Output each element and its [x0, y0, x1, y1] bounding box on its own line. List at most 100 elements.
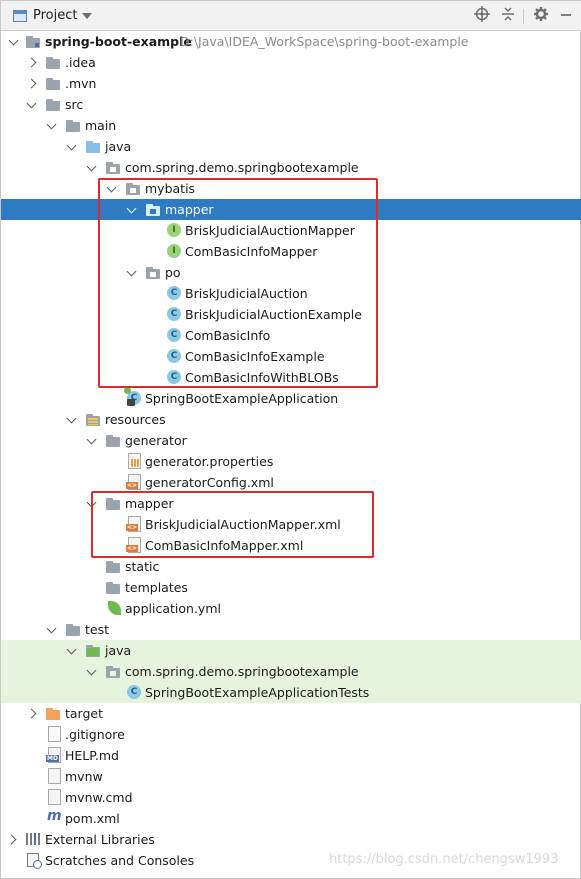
tree-item-idea[interactable]: .idea: [1, 52, 581, 73]
tree-item-label: po: [165, 265, 181, 280]
tree-item-label: External Libraries: [45, 832, 155, 847]
tree-item-test-java[interactable]: java: [1, 640, 581, 661]
class-icon: C: [167, 286, 181, 300]
tree-item-label: ComBasicInfoMapper: [185, 244, 318, 259]
class-icon: C: [167, 370, 181, 384]
chevron-down-icon[interactable]: [68, 646, 77, 655]
tree-item-main[interactable]: main: [1, 115, 581, 136]
tree-item-label: src: [65, 97, 84, 112]
chevron-down-icon[interactable]: [48, 625, 57, 634]
tree-item-mapper-folder[interactable]: mapper: [1, 493, 581, 514]
chevron-down-icon[interactable]: [108, 184, 117, 193]
tree-item-po[interactable]: po: [1, 262, 581, 283]
tree-item-class[interactable]: C ComBasicInfoExample: [1, 346, 581, 367]
collapse-all-icon[interactable]: [498, 6, 518, 26]
tree-item-file[interactable]: .gitignore: [1, 724, 581, 745]
tree-item-label: SpringBootExampleApplication: [145, 391, 339, 406]
tree-item-file[interactable]: <> BriskJudicialAuctionMapper.xml: [1, 514, 581, 535]
tree-item-interface[interactable]: I ComBasicInfoMapper: [1, 241, 581, 262]
locate-icon[interactable]: [472, 6, 492, 26]
package-icon: [125, 181, 141, 196]
tree-item-label: target: [65, 706, 104, 721]
tree-item-file[interactable]: m pom.xml: [1, 808, 581, 829]
chevron-right-icon[interactable]: [28, 58, 37, 67]
tree-item-class[interactable]: C BriskJudicialAuction: [1, 283, 581, 304]
chevron-down-icon[interactable]: [88, 163, 97, 172]
tree-item-src[interactable]: src: [1, 94, 581, 115]
tree-item-templates[interactable]: templates: [1, 577, 581, 598]
tree-root[interactable]: spring-boot-example D:\Java\IDEA_WorkSpa…: [1, 31, 581, 52]
folder-icon: [45, 76, 61, 91]
tree-item-label: Scratches and Consoles: [45, 853, 195, 868]
gitignore-file-icon: [48, 726, 61, 742]
tree-item-interface[interactable]: I BriskJudicialAuctionMapper: [1, 220, 581, 241]
gear-icon[interactable]: [531, 6, 551, 26]
chevron-down-icon[interactable]: [82, 13, 92, 19]
package-icon: [105, 664, 121, 679]
chevron-down-icon[interactable]: [68, 142, 77, 151]
tree-item-package[interactable]: com.spring.demo.springbootexample: [1, 157, 581, 178]
tree-item-label: BriskJudicialAuctionMapper: [185, 223, 355, 238]
tree-item-label: ComBasicInfoExample: [185, 349, 325, 364]
chevron-down-icon[interactable]: [10, 37, 19, 46]
tree-item-static[interactable]: static: [1, 556, 581, 577]
tree-item-mybatis[interactable]: mybatis: [1, 178, 581, 199]
tree-item-label: generator: [125, 433, 187, 448]
chevron-down-icon[interactable]: [68, 415, 77, 424]
chevron-right-icon[interactable]: [28, 79, 37, 88]
tree-item-java[interactable]: java: [1, 136, 581, 157]
tree-item-label: ComBasicInfoWithBLOBs: [185, 370, 339, 385]
tree-root-path: D:\Java\IDEA_WorkSpace\spring-boot-examp…: [180, 34, 469, 49]
chevron-right-icon[interactable]: [8, 835, 17, 844]
chevron-down-icon[interactable]: [88, 667, 97, 676]
properties-file-icon: [128, 453, 141, 469]
source-folder-icon: [85, 139, 101, 154]
tree-item-mvn[interactable]: .mvn: [1, 73, 581, 94]
tree-item-label: mybatis: [145, 181, 196, 196]
project-panel: Project spring-boot-example D:\Java\IDEA…: [0, 0, 581, 879]
tree-item-label: java: [105, 139, 132, 154]
tree-item-label: mapper: [125, 496, 174, 511]
chevron-down-icon[interactable]: [88, 436, 97, 445]
minimize-icon[interactable]: [556, 6, 576, 26]
tree-item-test-package[interactable]: com.spring.demo.springbootexample: [1, 661, 581, 682]
chevron-down-icon[interactable]: [128, 268, 137, 277]
tree-item-file[interactable]: generator.properties: [1, 451, 581, 472]
tree-item-file[interactable]: <> generatorConfig.xml: [1, 472, 581, 493]
tree-item-app-class[interactable]: C SpringBootExampleApplication: [1, 387, 581, 409]
xml-file-icon: <>: [126, 516, 141, 532]
class-icon: C: [167, 328, 181, 342]
tree-item-class[interactable]: C ComBasicInfo: [1, 325, 581, 346]
chevron-right-icon[interactable]: [28, 709, 37, 718]
tree-item-mapper-package[interactable]: mapper: [1, 199, 581, 220]
spring-yml-icon: [108, 601, 121, 615]
tree-item-file[interactable]: mvnw: [1, 766, 581, 787]
tree-item-test-class[interactable]: C SpringBootExampleApplicationTests: [1, 682, 581, 703]
chevron-down-icon[interactable]: [48, 121, 57, 130]
tree-item-class[interactable]: C ComBasicInfoWithBLOBs: [1, 367, 581, 388]
project-view-title[interactable]: Project: [33, 8, 77, 23]
tree-item-resources[interactable]: resources: [1, 409, 581, 430]
tree-root-label: spring-boot-example: [45, 34, 192, 49]
tree-item-file[interactable]: <> ComBasicInfoMapper.xml: [1, 535, 581, 556]
tree-item-label: java: [105, 643, 132, 658]
tree-item-generator[interactable]: generator: [1, 430, 581, 451]
tree-item-class[interactable]: C BriskJudicialAuctionExample: [1, 304, 581, 325]
tree-item-test[interactable]: test: [1, 619, 581, 640]
project-view-icon[interactable]: [13, 10, 27, 22]
chevron-down-icon[interactable]: [28, 100, 37, 109]
tree-item-target[interactable]: target: [1, 703, 581, 724]
tree-item-label: BriskJudicialAuctionMapper.xml: [145, 517, 341, 532]
package-icon: [145, 202, 161, 217]
tree-item-file[interactable]: application.yml: [1, 598, 581, 619]
tree-item-label: mapper: [165, 202, 214, 217]
tree-item-external-libraries[interactable]: External Libraries: [1, 829, 581, 850]
tree-item-label: mvnw.cmd: [65, 790, 133, 805]
project-toolbar: Project: [1, 1, 581, 31]
tree-item-file[interactable]: MD HELP.md: [1, 745, 581, 766]
tree-item-label: generator.properties: [145, 454, 274, 469]
tree-item-file[interactable]: mvnw.cmd: [1, 787, 581, 808]
chevron-down-icon[interactable]: [128, 205, 137, 214]
chevron-down-icon[interactable]: [88, 499, 97, 508]
tree-item-label: ComBasicInfo: [185, 328, 271, 343]
